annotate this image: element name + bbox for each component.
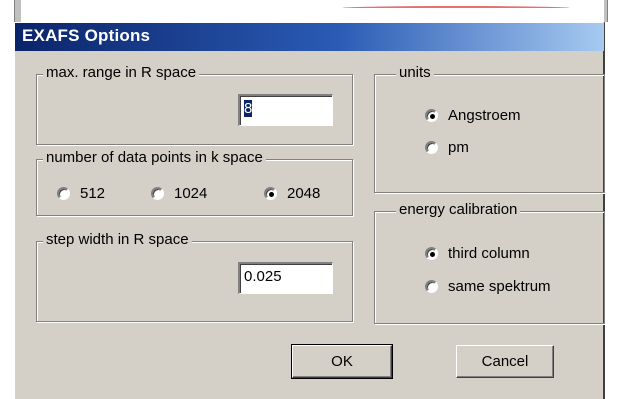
radio-third-column-label: third column	[448, 245, 530, 262]
ok-button[interactable]: OK	[291, 344, 393, 379]
radio-2048-label: 2048	[287, 185, 321, 202]
points-group: number of data points in k space 512 102…	[36, 149, 353, 216]
radio-pm-indicator	[425, 141, 438, 154]
radio-512-label: 512	[80, 185, 106, 202]
radio-1024-indicator	[151, 187, 164, 200]
radio-512-indicator	[57, 187, 70, 200]
radio-same-spektrum[interactable]: same spektrum	[425, 278, 551, 295]
cancel-button[interactable]: Cancel	[456, 345, 554, 378]
energy-group-label: energy calibration	[396, 201, 521, 218]
background-red-curve	[342, 6, 570, 10]
dialog-title: EXAFS Options	[22, 26, 151, 45]
window-edge-right	[604, 0, 608, 22]
step-width-value: 0.025	[244, 268, 282, 285]
radio-1024[interactable]: 1024	[151, 185, 207, 202]
radio-third-column[interactable]: third column	[425, 245, 530, 262]
step-group: step width in R space 0.025	[36, 231, 353, 322]
energy-group: energy calibration third column same spe…	[374, 201, 605, 324]
max-range-input[interactable]: 8	[238, 94, 333, 126]
max-range-value: 8	[244, 100, 253, 117]
step-width-input[interactable]: 0.025	[238, 262, 333, 294]
radio-angstroem-indicator	[425, 109, 438, 122]
background-strip	[0, 0, 617, 22]
window-edge-left	[14, 0, 21, 22]
units-group: units Angstroem pm	[374, 64, 605, 193]
exafs-options-dialog: EXAFS Options max. range in R space 8 nu…	[14, 22, 605, 399]
radio-1024-label: 1024	[174, 185, 208, 202]
radio-angstroem-label: Angstroem	[448, 107, 521, 124]
units-group-label: units	[396, 64, 434, 81]
range-group: max. range in R space 8	[36, 64, 353, 145]
radio-512[interactable]: 512	[57, 185, 105, 202]
radio-third-column-indicator	[425, 247, 438, 260]
radio-2048-indicator	[264, 187, 277, 200]
radio-pm[interactable]: pm	[425, 139, 469, 156]
radio-pm-label: pm	[448, 139, 469, 156]
range-group-label: max. range in R space	[43, 64, 200, 81]
step-group-label: step width in R space	[43, 231, 192, 248]
radio-same-spektrum-indicator	[425, 280, 438, 293]
radio-same-spektrum-label: same spektrum	[448, 278, 551, 295]
points-group-label: number of data points in k space	[43, 149, 266, 166]
title-bar[interactable]: EXAFS Options	[15, 23, 604, 51]
radio-2048[interactable]: 2048	[264, 185, 320, 202]
radio-angstroem[interactable]: Angstroem	[425, 107, 521, 124]
